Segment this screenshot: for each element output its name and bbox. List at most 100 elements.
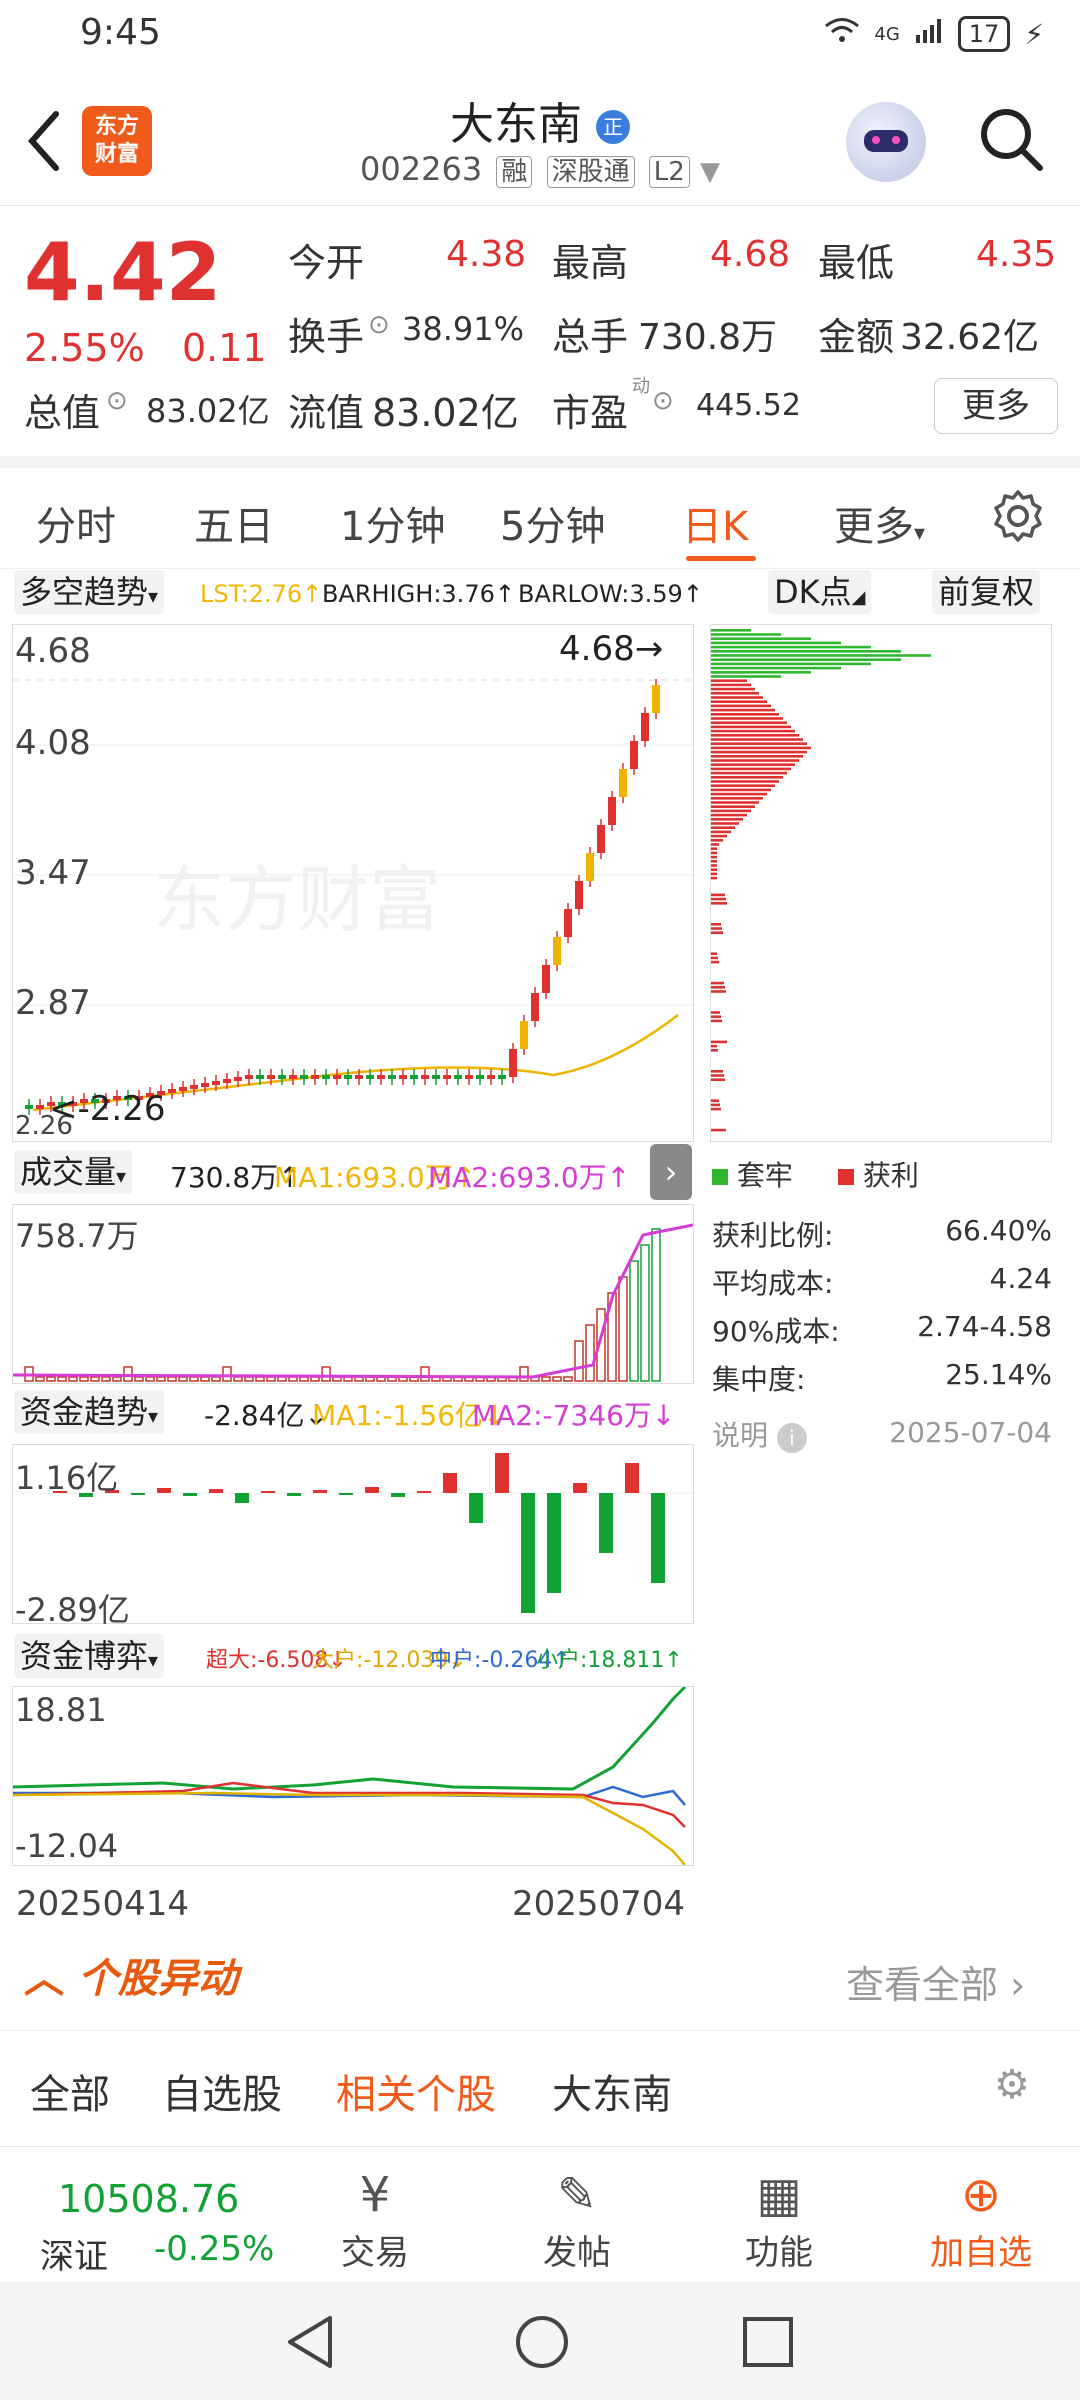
volume-bar (57, 1376, 67, 1382)
trade-button[interactable]: ¥ 交易 (310, 2165, 440, 2274)
fund-trend-chart[interactable]: 1.16亿 -2.89亿 (12, 1444, 694, 1629)
chip-bar (711, 742, 807, 745)
volume-bar (563, 1376, 573, 1382)
wifi-icon (824, 17, 860, 52)
volume-bar (189, 1376, 199, 1382)
volume-bar (321, 1366, 331, 1382)
tab-daily-k[interactable]: 日K (682, 494, 748, 552)
amount-label: 金额 (818, 315, 895, 359)
chip-bar (711, 654, 931, 657)
chip-bar (711, 813, 747, 817)
volume-bar (156, 1376, 166, 1382)
index-change[interactable]: -0.25% (154, 2229, 274, 2269)
candle-body (564, 909, 572, 937)
fund-trend-select[interactable]: 资金趋势▾ (14, 1390, 165, 1434)
function-button[interactable]: ▦ 功能 (714, 2165, 844, 2274)
candle-body (377, 1075, 385, 1079)
edit-icon: ✎ (556, 2167, 598, 2223)
signal-icon (914, 17, 944, 52)
stock-badge-icon: 正 (596, 110, 630, 144)
dk-point-select[interactable]: DK点◢ (768, 570, 872, 614)
index-value[interactable]: 10508.76 (58, 2177, 239, 2221)
nav-home-icon[interactable] (514, 2314, 570, 2374)
fund-game-chart[interactable]: 18.81 -12.04 (12, 1685, 694, 1866)
turnover-value: 38.91% (402, 310, 525, 348)
tag-connect: 深股通 (546, 156, 635, 188)
subtab-related[interactable]: 相关个股 (336, 2062, 496, 2120)
chip-date: 2025-07-04 (889, 1416, 1052, 1449)
volume-bar (35, 1376, 45, 1382)
fund-game-select[interactable]: 资金博弈▾ (14, 1634, 165, 1678)
chip-distribution[interactable] (710, 624, 1052, 1142)
y-label-3: 3.47 (15, 853, 91, 893)
subtab-settings-icon[interactable]: ⚙ (994, 2062, 1030, 2108)
chip-bar (711, 750, 807, 754)
chip-legend-trapped: 套牢 (712, 1154, 793, 1194)
stock-code: 002263 (360, 150, 483, 188)
indicator-select[interactable]: 多空趋势▾ (14, 570, 165, 614)
volume-chart[interactable]: 758.7万 (12, 1204, 694, 1384)
candle-body (179, 1087, 187, 1091)
adjust-select[interactable]: 前复权 (932, 570, 1041, 614)
robot-avatar[interactable] (846, 102, 926, 182)
candle-body (333, 1075, 341, 1079)
chip-bar (711, 990, 726, 993)
chip-bar (711, 931, 723, 934)
trade-yen-icon: ¥ (359, 2167, 391, 2223)
stock-name: 大东南 (450, 99, 582, 150)
tab-intraday[interactable]: 分时 (36, 494, 116, 552)
fund-game-y-bottom: -12.04 (15, 1827, 119, 1865)
volume-bar (222, 1366, 232, 1382)
fund-bar (417, 1491, 431, 1493)
avg-cost-value: 4.24 (989, 1262, 1052, 1295)
tab-5min[interactable]: 5分钟 (500, 494, 605, 552)
chip-bar (711, 986, 725, 989)
tab-five-day[interactable]: 五日 (194, 494, 274, 552)
barlow-value: BARLOW:3.59↑ (518, 580, 703, 608)
info-icon[interactable]: ⊙ (368, 310, 390, 340)
chip-bar (711, 645, 871, 649)
tab-more[interactable]: 更多▾ (834, 494, 925, 552)
chip-bar (711, 1019, 722, 1023)
fund-bar (495, 1453, 509, 1493)
chevron-right-icon[interactable]: › (650, 1144, 692, 1200)
chip-bar (711, 956, 718, 960)
candle-body (366, 1075, 374, 1079)
watermark: 东方财富 (153, 861, 441, 941)
avg-cost-label: 平均成本: (712, 1267, 834, 1300)
mcap-info-icon[interactable]: ⊙ (106, 386, 128, 416)
nav-back-icon[interactable] (284, 2314, 336, 2374)
chip-bar (711, 658, 901, 661)
chip-bar (711, 784, 775, 787)
volume-bar (79, 1376, 89, 1382)
battery-icon: 17 (957, 16, 1011, 52)
more-button[interactable]: 更多 (934, 378, 1058, 434)
post-button[interactable]: ✎ 发帖 (512, 2165, 642, 2274)
index-name[interactable]: 深证 (40, 2229, 108, 2278)
chip-bar (711, 713, 779, 716)
movement-title[interactable]: ︿ 个股异动 (24, 1946, 238, 2004)
chip-note[interactable]: 说明 i (712, 1414, 807, 1454)
search-icon[interactable] (976, 104, 1048, 180)
settings-gear-icon[interactable] (990, 488, 1046, 548)
subtab-watchlist[interactable]: 自选股 (162, 2062, 282, 2120)
change-amount: 0.11 (182, 326, 267, 370)
nav-recents-icon[interactable] (742, 2316, 794, 2372)
tab-1min[interactable]: 1分钟 (340, 494, 445, 552)
low-value: 4.35 (976, 234, 1057, 275)
chip-bar (711, 717, 783, 720)
candle-body (311, 1075, 319, 1079)
kline-chart[interactable]: 东方财富 4.68 4.08 3.47 2.87 2.26 4.68→ <-2.… (12, 624, 694, 1142)
candle-body (476, 1075, 484, 1079)
dropdown-icon[interactable]: ▼ (700, 157, 720, 187)
candle-body (487, 1075, 495, 1079)
fund-bar (131, 1493, 145, 1495)
volume-bar (244, 1376, 254, 1382)
subtab-stock[interactable]: 大东南 (552, 2062, 672, 2120)
subtab-all[interactable]: 全部 (30, 2062, 110, 2120)
fund-trend-y-bottom: -2.89亿 (15, 1591, 130, 1629)
pe-info-icon[interactable]: ⊙ (652, 386, 674, 416)
volume-select[interactable]: 成交量▾ (14, 1150, 133, 1194)
view-all-link[interactable]: 查看全部 › (846, 1954, 1025, 2009)
add-watchlist-button[interactable]: ⊕ 加自选 (916, 2165, 1046, 2274)
